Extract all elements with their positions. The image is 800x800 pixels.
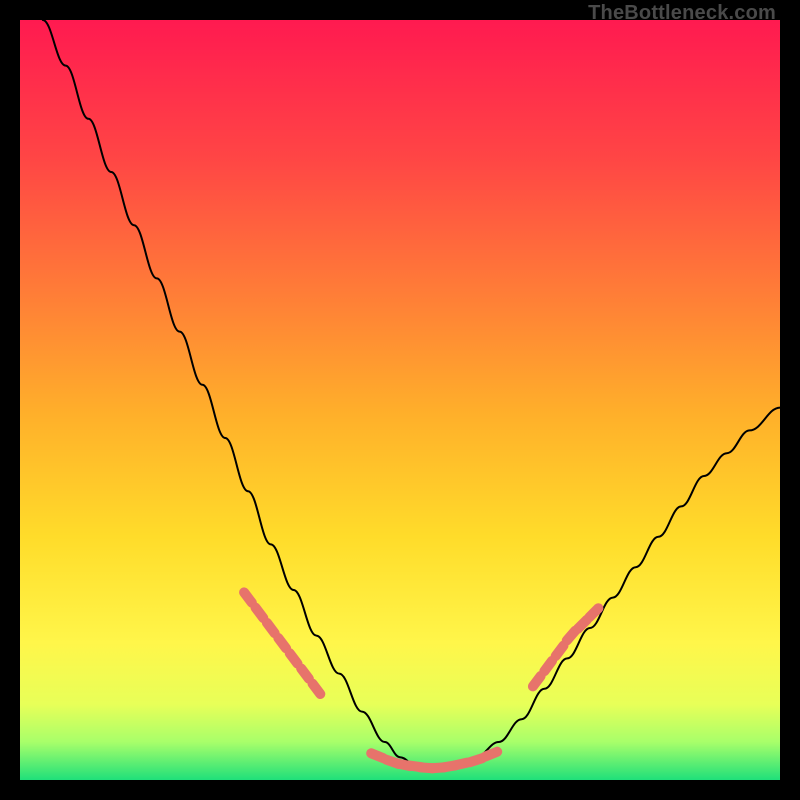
marker-dot — [533, 676, 541, 686]
marker-dot — [313, 684, 321, 694]
marker-dot — [470, 758, 482, 762]
marker-dot — [485, 752, 497, 757]
marker-dot — [567, 631, 575, 641]
marker-dot — [371, 753, 383, 758]
gradient-background — [20, 20, 780, 780]
marker-dot — [267, 623, 275, 633]
marker-dot — [578, 620, 587, 629]
marker-dot — [544, 661, 552, 671]
chart-frame — [20, 20, 780, 780]
marker-dot — [256, 608, 264, 618]
marker-dot — [301, 668, 309, 678]
marker-dot — [589, 608, 598, 617]
marker-dot — [290, 653, 298, 663]
watermark-text: TheBottleneck.com — [588, 2, 776, 25]
marker-dot — [556, 646, 564, 656]
marker-dot — [278, 638, 286, 648]
bottleneck-chart — [20, 20, 780, 780]
marker-dot — [244, 592, 252, 602]
